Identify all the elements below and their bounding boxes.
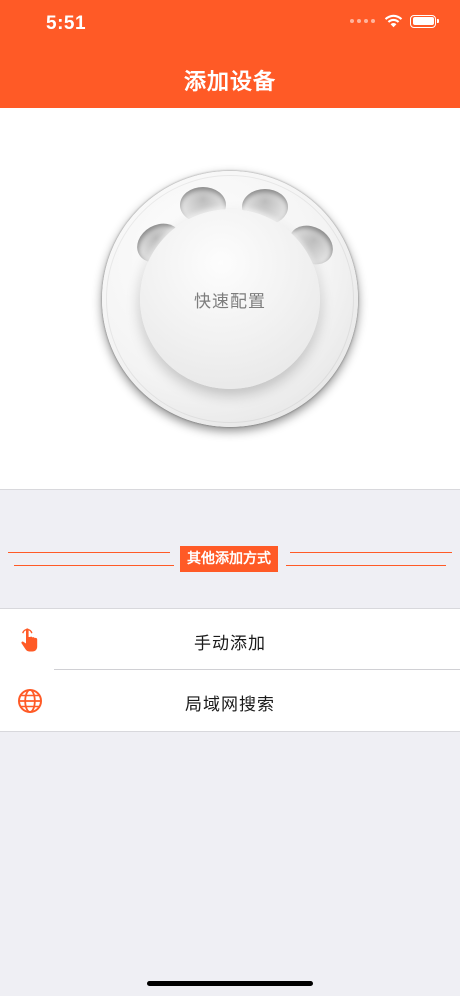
- header-bar: 5:51 添加设备: [0, 0, 460, 108]
- divider-line: [290, 552, 452, 553]
- battery-level: [412, 17, 434, 25]
- lan-search-label: 局域网搜索: [185, 695, 275, 715]
- home-indicator[interactable]: [147, 981, 313, 986]
- page-title: 添加设备: [183, 70, 276, 95]
- divider-line: [286, 565, 446, 566]
- divider-line: [8, 552, 170, 553]
- manual-add-row[interactable]: 手动添加: [0, 609, 460, 669]
- add-options-list: 手动添加 局域网搜索: [0, 608, 460, 732]
- battery-icon: [410, 14, 439, 28]
- quick-config-label: 快速配置: [194, 291, 266, 312]
- divider-line: [14, 565, 174, 566]
- quick-config-area: 快速配置: [0, 108, 460, 490]
- status-time: 5:51: [46, 13, 87, 34]
- lan-search-row[interactable]: 局域网搜索: [0, 670, 460, 730]
- manual-add-label: 手动添加: [194, 634, 266, 654]
- other-methods-label: 其他添加方式: [180, 546, 278, 572]
- quick-config-dial: 快速配置: [102, 171, 358, 427]
- wifi-icon: [384, 14, 403, 28]
- quick-config-button[interactable]: 快速配置: [140, 209, 320, 389]
- signal-dots-icon: [350, 19, 375, 23]
- status-icons: [350, 14, 439, 28]
- other-methods-divider: 其他添加方式: [0, 540, 460, 580]
